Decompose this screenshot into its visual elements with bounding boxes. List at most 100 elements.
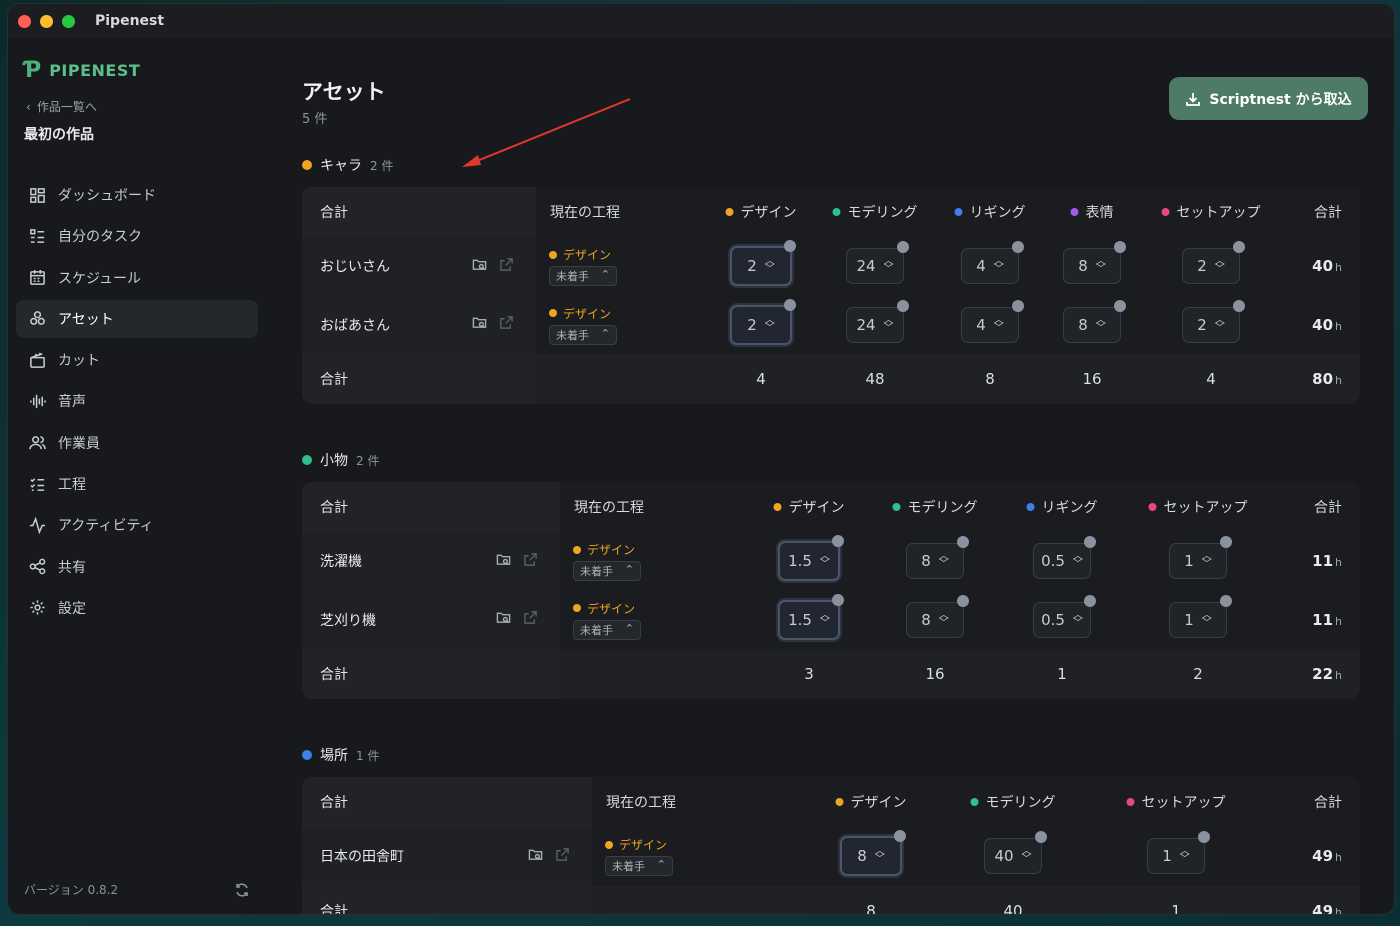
column-header[interactable]: デザイン xyxy=(725,202,797,222)
hours-stepper[interactable]: 24 ︿ ﹀ xyxy=(846,241,909,285)
hours-stepper[interactable]: 2 ︿ ﹀ xyxy=(730,298,796,345)
hours-stepper[interactable]: 0.5 ︿ ﹀ xyxy=(1033,536,1096,580)
stepper-arrows-icon[interactable]: ︿ ﹀ xyxy=(820,552,830,570)
assignee-avatar[interactable] xyxy=(1084,594,1096,607)
stepper-arrows-icon[interactable]: ︿ ﹀ xyxy=(994,315,1004,333)
stepper-arrows-icon[interactable]: ︿ ﹀ xyxy=(884,315,894,333)
folder-search-icon[interactable] xyxy=(496,552,511,571)
assignee-avatar[interactable] xyxy=(1198,831,1210,844)
column-header[interactable]: セットアップ xyxy=(1126,792,1226,812)
assignee-avatar[interactable] xyxy=(1084,536,1096,549)
hours-stepper[interactable]: 1 ︿ ﹀ xyxy=(1147,831,1210,875)
external-link-icon[interactable] xyxy=(555,847,570,866)
stepper-arrows-icon[interactable]: ︿ ﹀ xyxy=(884,257,894,275)
sidebar-item-audio[interactable]: 音声 xyxy=(16,382,258,420)
assignee-avatar[interactable] xyxy=(1233,299,1245,312)
assignee-avatar[interactable] xyxy=(1233,241,1245,254)
hours-stepper[interactable]: 1 ︿ ﹀ xyxy=(1169,536,1232,580)
import-from-scriptnest-button[interactable]: Scriptnest から取込 xyxy=(1169,77,1368,120)
hours-stepper[interactable]: 4 ︿ ﹀ xyxy=(961,299,1024,343)
column-header[interactable]: モデリング xyxy=(892,497,978,517)
external-link-icon[interactable] xyxy=(499,315,514,334)
column-header[interactable]: セットアップ xyxy=(1148,497,1248,517)
hours-stepper[interactable]: 2 ︿ ﹀ xyxy=(1182,241,1245,285)
stepper-arrows-icon[interactable]: ︿ ﹀ xyxy=(1180,847,1190,865)
assignee-avatar[interactable] xyxy=(897,299,909,312)
back-to-projects-link[interactable]: ‹ 作品一覧へ xyxy=(26,98,97,115)
assignee-avatar[interactable] xyxy=(1012,299,1024,312)
column-header[interactable]: モデリング xyxy=(832,202,918,222)
asset-name[interactable]: 芝刈り機 xyxy=(320,610,376,630)
asset-name[interactable]: 日本の田舎町 xyxy=(320,846,404,866)
stepper-arrows-icon[interactable]: ︿ ﹀ xyxy=(765,257,775,275)
hours-stepper[interactable]: 1.5 ︿ ﹀ xyxy=(778,535,844,582)
sidebar-item-dashboard[interactable]: ダッシュボード xyxy=(16,176,258,214)
column-header[interactable]: 表情 xyxy=(1070,202,1114,222)
stepper-arrows-icon[interactable]: ︿ ﹀ xyxy=(994,257,1004,275)
stepper-arrows-icon[interactable]: ︿ ﹀ xyxy=(820,610,830,628)
sidebar-item-cuts[interactable]: カット xyxy=(16,341,258,379)
external-link-icon[interactable] xyxy=(523,610,538,629)
refresh-icon[interactable] xyxy=(234,882,250,898)
folder-search-icon[interactable] xyxy=(472,315,487,334)
assignee-avatar[interactable] xyxy=(897,241,909,254)
hours-stepper[interactable]: 1 ︿ ﹀ xyxy=(1169,594,1232,638)
assignee-avatar[interactable] xyxy=(1220,594,1232,607)
assignee-avatar[interactable] xyxy=(832,535,844,548)
external-link-icon[interactable] xyxy=(499,257,514,276)
assignee-avatar[interactable] xyxy=(1012,241,1024,254)
sidebar-item-activity[interactable]: アクティビティ xyxy=(16,506,258,544)
asset-name[interactable]: おばあさん xyxy=(320,315,390,335)
folder-search-icon[interactable] xyxy=(472,257,487,276)
assignee-avatar[interactable] xyxy=(1220,536,1232,549)
hours-stepper[interactable]: 2 ︿ ﹀ xyxy=(1182,299,1245,343)
stepper-arrows-icon[interactable]: ︿ ﹀ xyxy=(1022,847,1032,865)
zoom-window-button[interactable] xyxy=(62,14,75,28)
asset-name[interactable]: 洗濯機 xyxy=(320,551,362,571)
stepper-arrows-icon[interactable]: ︿ ﹀ xyxy=(1096,257,1106,275)
column-header[interactable]: デザイン xyxy=(773,497,845,517)
assignee-avatar[interactable] xyxy=(1114,241,1126,254)
stepper-arrows-icon[interactable]: ︿ ﹀ xyxy=(1202,552,1212,570)
status-select[interactable]: 未着手 ⌃ xyxy=(549,266,617,287)
assignee-avatar[interactable] xyxy=(894,830,906,843)
close-window-button[interactable] xyxy=(18,14,31,28)
stepper-arrows-icon[interactable]: ︿ ﹀ xyxy=(1215,315,1225,333)
stepper-arrows-icon[interactable]: ︿ ﹀ xyxy=(875,847,885,865)
hours-stepper[interactable]: 4 ︿ ﹀ xyxy=(961,241,1024,285)
assignee-avatar[interactable] xyxy=(784,298,796,311)
stepper-arrows-icon[interactable]: ︿ ﹀ xyxy=(1096,315,1106,333)
folder-search-icon[interactable] xyxy=(528,847,543,866)
hours-stepper[interactable]: 40 ︿ ﹀ xyxy=(984,831,1047,875)
status-select[interactable]: 未着手 ⌃ xyxy=(549,324,617,345)
asset-name[interactable]: おじいさん xyxy=(320,256,390,276)
sidebar-item-workers[interactable]: 作業員 xyxy=(16,424,258,462)
stepper-arrows-icon[interactable]: ︿ ﹀ xyxy=(939,610,949,628)
assignee-avatar[interactable] xyxy=(957,594,969,607)
sidebar-item-assets[interactable]: アセット xyxy=(16,299,258,338)
column-header[interactable]: セットアップ xyxy=(1161,202,1261,222)
assignee-avatar[interactable] xyxy=(957,536,969,549)
status-select[interactable]: 未着手 ⌃ xyxy=(573,619,641,640)
column-header[interactable]: モデリング xyxy=(970,792,1056,812)
hours-stepper[interactable]: 8 ︿ ﹀ xyxy=(840,830,906,877)
stepper-arrows-icon[interactable]: ︿ ﹀ xyxy=(1073,610,1083,628)
stepper-arrows-icon[interactable]: ︿ ﹀ xyxy=(1202,610,1212,628)
assignee-avatar[interactable] xyxy=(832,593,844,606)
hours-stepper[interactable]: 8 ︿ ﹀ xyxy=(906,594,969,638)
assignee-avatar[interactable] xyxy=(1114,299,1126,312)
hours-stepper[interactable]: 1.5 ︿ ﹀ xyxy=(778,593,844,640)
sidebar-item-my-tasks[interactable]: 自分のタスク xyxy=(16,217,258,255)
hours-stepper[interactable]: 0.5 ︿ ﹀ xyxy=(1033,594,1096,638)
hours-stepper[interactable]: 8 ︿ ﹀ xyxy=(1063,299,1126,343)
hours-stepper[interactable]: 24 ︿ ﹀ xyxy=(846,299,909,343)
sidebar-item-processes[interactable]: 工程 xyxy=(16,465,258,503)
hours-stepper[interactable]: 8 ︿ ﹀ xyxy=(906,536,969,580)
column-header[interactable]: リギング xyxy=(1026,497,1098,517)
stepper-arrows-icon[interactable]: ︿ ﹀ xyxy=(1215,257,1225,275)
hours-stepper[interactable]: 8 ︿ ﹀ xyxy=(1063,241,1126,285)
external-link-icon[interactable] xyxy=(523,552,538,571)
stepper-arrows-icon[interactable]: ︿ ﹀ xyxy=(939,552,949,570)
minimize-window-button[interactable] xyxy=(40,14,53,28)
column-header[interactable]: リギング xyxy=(954,202,1026,222)
